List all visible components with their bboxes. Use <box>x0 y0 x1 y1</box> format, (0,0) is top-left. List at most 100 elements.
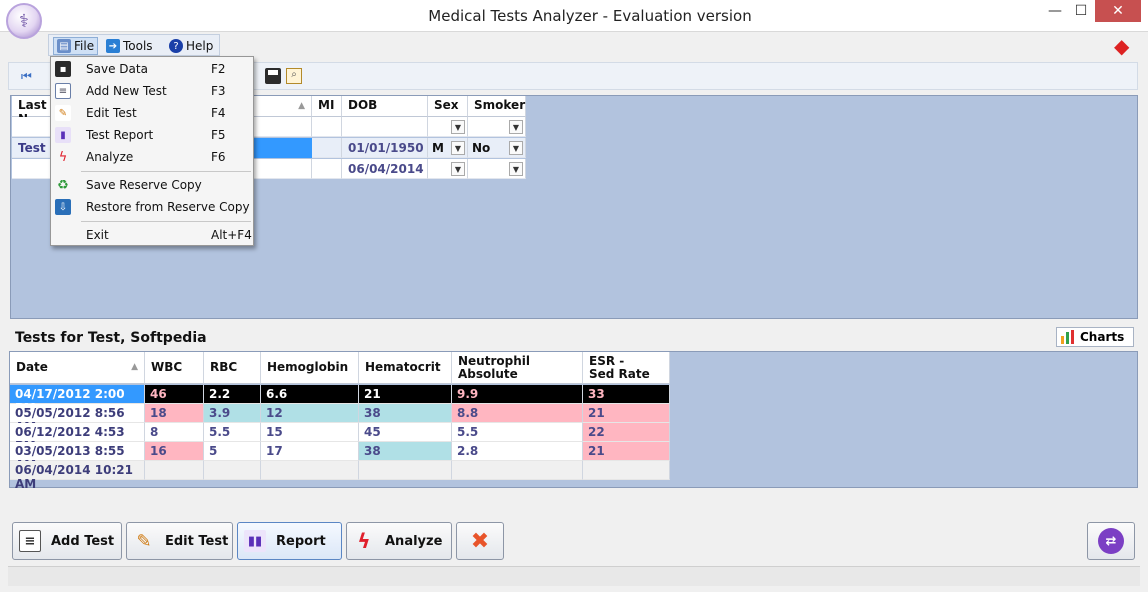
cell-esr[interactable]: 33 <box>583 385 670 404</box>
chevron-down-icon[interactable]: ▼ <box>509 162 523 176</box>
menu-item-analyze[interactable]: ϟ Analyze F6 <box>53 146 251 168</box>
patient-dob[interactable]: 01/01/1950 <box>342 138 428 158</box>
col-header-rbc[interactable]: RBC <box>204 352 261 384</box>
menu-item-test-report[interactable]: ▮ Test Report F5 <box>53 124 251 146</box>
cell-neutrophil[interactable]: 9.9 <box>452 385 583 404</box>
delete-button[interactable]: ✖ <box>456 522 504 560</box>
col-header-wbc[interactable]: WBC <box>145 352 204 384</box>
menu-tools[interactable]: ➔ Tools <box>103 37 156 55</box>
menu-item-save-data[interactable]: ▪ Save Data F2 <box>53 58 251 80</box>
cell-neutrophil[interactable] <box>452 461 583 480</box>
cell-hemoglobin[interactable]: 15 <box>261 423 359 442</box>
menu-item-edit-test[interactable]: ✎ Edit Test F4 <box>53 102 251 124</box>
patient-smoker-select[interactable]: ▼ <box>468 159 526 179</box>
alert-icon[interactable]: ◆ <box>1114 34 1138 58</box>
menu-item-restore-reserve-copy[interactable]: ⇩ Restore from Reserve Copy <box>53 196 251 218</box>
col-header-sex[interactable]: Sex <box>428 96 468 117</box>
cell-hematocrit[interactable] <box>359 461 452 480</box>
patient-mi[interactable] <box>312 117 342 137</box>
cell-esr[interactable] <box>583 461 670 480</box>
cell-neutrophil[interactable]: 5.5 <box>452 423 583 442</box>
cell-hematocrit[interactable]: 21 <box>359 385 452 404</box>
menu-item-exit[interactable]: Exit Alt+F4 <box>53 224 252 246</box>
col-header-smoker[interactable]: Smoker <box>468 96 526 117</box>
app-logo[interactable]: ⚕ <box>6 3 42 39</box>
col-header-hematocrit[interactable]: Hematocrit <box>359 352 452 384</box>
col-header-esr[interactable]: ESR - Sed Rate <box>583 352 670 384</box>
col-header-esr-line2: Sed Rate <box>589 366 650 381</box>
chevron-down-icon[interactable]: ▼ <box>451 120 465 134</box>
cell-wbc[interactable] <box>145 461 204 480</box>
add-test-button[interactable]: ≡ Add Test <box>12 522 122 560</box>
add-test-label: Add Test <box>51 533 115 549</box>
cell-rbc[interactable]: 2.2 <box>204 385 261 404</box>
cell-hemoglobin[interactable] <box>261 461 359 480</box>
cell-esr[interactable]: 21 <box>583 442 670 461</box>
col-header-date[interactable]: Date ▲ <box>10 352 145 384</box>
cell-date[interactable]: 06/04/2014 10:21 AM <box>10 461 145 491</box>
patient-dob[interactable] <box>342 117 428 137</box>
chevron-down-icon[interactable]: ▼ <box>451 141 465 155</box>
charts-button[interactable]: Charts <box>1056 327 1134 347</box>
patient-mi[interactable] <box>312 159 342 179</box>
cell-esr[interactable]: 22 <box>583 423 670 442</box>
patient-mi[interactable] <box>312 138 342 158</box>
menu-help[interactable]: ? Help <box>166 37 216 55</box>
cell-neutrophil[interactable]: 8.8 <box>452 404 583 423</box>
cell-wbc[interactable]: 46 <box>145 385 204 404</box>
cell-hemoglobin[interactable]: 12 <box>261 404 359 423</box>
col-header-last-name[interactable]: Last N <box>12 96 52 126</box>
cell-rbc[interactable]: 5.5 <box>204 423 261 442</box>
report-button[interactable]: ▮▮ Report <box>237 522 342 560</box>
patient-smoker-select[interactable]: No ▼ <box>468 138 526 158</box>
bar-chart-icon <box>1061 330 1074 344</box>
cell-wbc[interactable]: 8 <box>145 423 204 442</box>
close-button[interactable]: ✕ <box>1095 0 1141 22</box>
patient-dob[interactable]: 06/04/2014 <box>342 159 428 179</box>
minimize-button[interactable]: — <box>1042 0 1068 22</box>
menu-file[interactable]: ▤ File <box>53 37 99 55</box>
menu-item-add-new-test[interactable]: ≡ Add New Test F3 <box>53 80 251 102</box>
col-header-hemoglobin[interactable]: Hemoglobin <box>261 352 359 384</box>
col-header-mi[interactable]: MI <box>312 96 342 117</box>
analyze-icon: ϟ <box>357 529 371 553</box>
menu-item-save-reserve-copy[interactable]: ♻ Save Reserve Copy <box>53 174 251 196</box>
save-icon[interactable] <box>265 68 281 84</box>
cell-date[interactable]: 05/05/2012 8:56 AM <box>10 404 145 434</box>
cell-rbc[interactable]: 3.9 <box>204 404 261 423</box>
col-header-dob[interactable]: DOB <box>342 96 428 117</box>
patient-sex-select[interactable]: M ▼ <box>428 138 468 158</box>
cell-date[interactable]: 04/17/2012 2:00 PM <box>10 385 145 415</box>
maximize-button[interactable]: ☐ <box>1068 0 1094 22</box>
chevron-down-icon[interactable]: ▼ <box>509 141 523 155</box>
patient-sex-select[interactable]: ▼ <box>428 159 468 179</box>
chevron-down-icon[interactable]: ▼ <box>509 120 523 134</box>
edit-test-label: Edit Test <box>165 533 229 549</box>
switch-button[interactable]: ⇄ <box>1087 522 1135 560</box>
first-record-icon[interactable]: ⏮ <box>21 69 35 83</box>
delete-x-icon: ✖ <box>470 528 490 554</box>
chevron-down-icon[interactable]: ▼ <box>451 162 465 176</box>
cell-rbc[interactable] <box>204 461 261 480</box>
cell-hematocrit[interactable]: 45 <box>359 423 452 442</box>
cell-rbc[interactable]: 5 <box>204 442 261 461</box>
cell-date[interactable]: 06/12/2012 4:53 PM <box>10 423 145 453</box>
analyze-button[interactable]: ϟ Analyze <box>346 522 452 560</box>
patient-smoker-select[interactable]: ▼ <box>468 117 526 137</box>
cell-wbc[interactable]: 18 <box>145 404 204 423</box>
cell-esr[interactable]: 21 <box>583 404 670 423</box>
cell-neutrophil[interactable]: 2.8 <box>452 442 583 461</box>
add-test-icon: ≡ <box>55 83 71 99</box>
patient-smoker-value: No <box>472 141 491 155</box>
preview-icon[interactable]: ⌕ <box>286 68 302 84</box>
cell-hematocrit[interactable]: 38 <box>359 404 452 423</box>
patient-sex-select[interactable]: ▼ <box>428 117 468 137</box>
col-header-neutrophil[interactable]: Neutrophil Absolute <box>452 352 583 384</box>
cell-hemoglobin[interactable]: 6.6 <box>261 385 359 404</box>
switch-arrows-icon: ⇄ <box>1098 528 1124 554</box>
cell-hemoglobin[interactable]: 17 <box>261 442 359 461</box>
edit-test-button[interactable]: ✎ Edit Test <box>126 522 233 560</box>
cell-date[interactable]: 03/05/2013 8:55 AM <box>10 442 145 472</box>
cell-wbc[interactable]: 16 <box>145 442 204 461</box>
cell-hematocrit[interactable]: 38 <box>359 442 452 461</box>
